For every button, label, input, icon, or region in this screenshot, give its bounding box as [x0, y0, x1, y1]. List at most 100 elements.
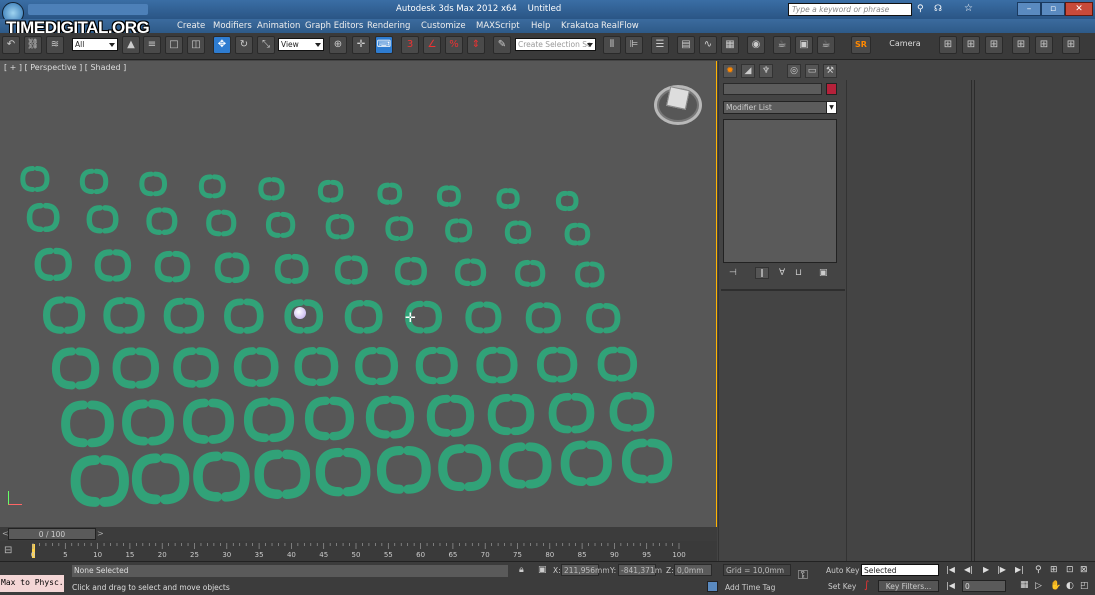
window-crossing-icon[interactable]: ◫ — [187, 36, 205, 54]
menu-modifiers[interactable]: Modifiers — [213, 21, 252, 31]
help-icon[interactable]: ☊ — [934, 4, 942, 14]
maxscript-listener[interactable]: Max to Physc. — [0, 575, 64, 592]
bracket-object[interactable] — [173, 347, 219, 388]
edit-named-sel-icon[interactable]: ✎ — [493, 36, 511, 54]
bracket-object[interactable] — [193, 451, 250, 502]
bracket-object[interactable] — [355, 346, 399, 386]
menu-krakatoa[interactable]: Krakatoa — [561, 21, 599, 31]
undo-icon[interactable]: ↶ — [2, 36, 20, 54]
set-key-button[interactable]: Set Key — [828, 582, 856, 591]
display-tab-icon[interactable]: ▭ — [805, 64, 819, 78]
search-input[interactable]: Type a keyword or phrase — [788, 3, 912, 16]
bracket-object[interactable] — [61, 400, 114, 448]
menu-customize[interactable]: Customize — [421, 21, 466, 31]
spinner-snap-icon[interactable]: ⇕ — [467, 36, 485, 54]
bracket-object[interactable] — [34, 247, 72, 281]
bracket-object[interactable] — [609, 391, 655, 432]
bracket-object[interactable] — [344, 300, 383, 334]
bracket-object[interactable] — [496, 188, 520, 209]
z-coordinate-field[interactable]: 0,0mm — [674, 564, 712, 576]
bracket-object[interactable] — [385, 216, 414, 241]
key-mode-dropdown[interactable]: Selected — [861, 564, 939, 576]
goto-end-icon[interactable]: ▶| — [1015, 565, 1024, 574]
bracket-object[interactable] — [325, 214, 355, 240]
bracket-object[interactable] — [564, 222, 591, 246]
minimize-button[interactable]: – — [1017, 2, 1041, 16]
bracket-object[interactable] — [304, 396, 355, 441]
bracket-object[interactable] — [294, 347, 339, 386]
camera-button[interactable]: Camera — [882, 39, 928, 53]
remove-modifier-icon[interactable]: ⊔ — [795, 268, 802, 278]
maximize-viewport-icon[interactable]: ◰ — [1080, 581, 1089, 591]
bracket-object[interactable] — [377, 182, 403, 205]
bracket-object[interactable] — [621, 438, 673, 484]
ribbon-icon[interactable]: ▤ — [677, 36, 695, 54]
bracket-object[interactable] — [51, 347, 100, 390]
bracket-object[interactable] — [79, 168, 109, 195]
track-bar[interactable]: ⊟ 0 5 10 15 20 25 30 35 40 45 50 55 60 65 70 75 80 85 90 95… — [0, 541, 717, 561]
bracket-object[interactable] — [555, 190, 579, 212]
bracket-object[interactable] — [112, 347, 160, 389]
orbit-icon[interactable]: ◐ — [1066, 581, 1074, 591]
bracket-object[interactable] — [376, 445, 431, 494]
bracket-object[interactable] — [365, 395, 415, 439]
bracket-object[interactable] — [131, 453, 190, 505]
rotate-icon[interactable]: ↻ — [235, 36, 253, 54]
bracket-object[interactable] — [103, 297, 145, 334]
bracket-object[interactable] — [487, 393, 535, 436]
bracket-object[interactable] — [548, 392, 595, 434]
bracket-object[interactable] — [317, 179, 344, 203]
bin-c-icon[interactable]: ⊞ — [985, 36, 1003, 54]
menu-create[interactable]: Create — [177, 21, 205, 31]
bin-b-icon[interactable]: ⊞ — [962, 36, 980, 54]
manipulate-icon[interactable]: ✛ — [352, 36, 370, 54]
play-icon[interactable]: ▶ — [983, 565, 989, 574]
key-icon[interactable]: ⚿ — [798, 568, 808, 583]
zoom-all-icon[interactable]: ⊞ — [1050, 565, 1058, 575]
menu-animation[interactable]: Animation — [257, 21, 300, 31]
schematic-view-icon[interactable]: ▦ — [721, 36, 739, 54]
bracket-object[interactable] — [499, 442, 552, 489]
bracket-object[interactable] — [454, 258, 487, 287]
goto-start-icon[interactable]: |◀ — [946, 565, 955, 574]
time-slider-thumb[interactable]: 0 / 100 — [8, 528, 96, 540]
bracket-object[interactable] — [206, 209, 237, 237]
modifier-list-arrow-icon[interactable]: ▼ — [826, 101, 837, 114]
bracket-object[interactable] — [560, 440, 612, 486]
move-icon[interactable]: ✥ — [213, 36, 231, 54]
bracket-object[interactable] — [445, 218, 473, 243]
bin-a-icon[interactable]: ⊞ — [939, 36, 957, 54]
bin-d-icon[interactable]: ⊞ — [1012, 36, 1030, 54]
bracket-object[interactable] — [70, 455, 129, 507]
star-icon[interactable]: ☆ — [964, 3, 973, 14]
bracket-object[interactable] — [26, 202, 60, 233]
link-icon[interactable]: ⛓ — [24, 36, 42, 54]
motion-tab-icon[interactable]: ◎ — [787, 64, 801, 78]
modifier-list-dropdown[interactable]: Modifier List — [723, 101, 837, 114]
zoom-extents-icon[interactable]: ⊡ — [1066, 565, 1074, 575]
render-setup-icon[interactable]: ☕ — [773, 36, 791, 54]
key-filters-curve-icon[interactable]: ∫ — [864, 580, 869, 591]
pivot-center-icon[interactable]: ⊕ — [329, 36, 347, 54]
time-tag-icon[interactable] — [707, 581, 718, 592]
mirror-icon[interactable]: ⫴ — [603, 36, 621, 54]
scale-icon[interactable]: ⤡ — [257, 36, 275, 54]
select-object-icon[interactable]: ▲ — [122, 36, 140, 54]
configure-sets-icon[interactable]: ▣ — [819, 268, 828, 278]
bracket-object[interactable] — [465, 301, 502, 334]
bracket-object[interactable] — [515, 259, 546, 287]
time-slider[interactable]: < 0 / 100 > — [0, 527, 717, 541]
bracket-object[interactable] — [274, 253, 309, 284]
x-coordinate-field[interactable]: 211,956mm — [561, 564, 610, 576]
keyboard-shortcut-icon[interactable]: ⌨ — [375, 36, 393, 54]
rendered-frame-icon[interactable]: ▣ — [795, 36, 813, 54]
snap-3d-icon[interactable]: 3 — [401, 36, 419, 54]
bracket-object[interactable] — [198, 174, 226, 199]
render-icon[interactable]: ☕ — [817, 36, 835, 54]
bracket-object[interactable] — [334, 255, 368, 285]
align-icon[interactable]: ⊫ — [625, 36, 643, 54]
prev-key-icon[interactable]: ◀| — [964, 565, 973, 574]
utilities-tab-icon[interactable]: ⚒ — [823, 64, 837, 78]
angle-snap-icon[interactable]: ∠ — [423, 36, 441, 54]
bracket-object[interactable] — [504, 220, 532, 245]
